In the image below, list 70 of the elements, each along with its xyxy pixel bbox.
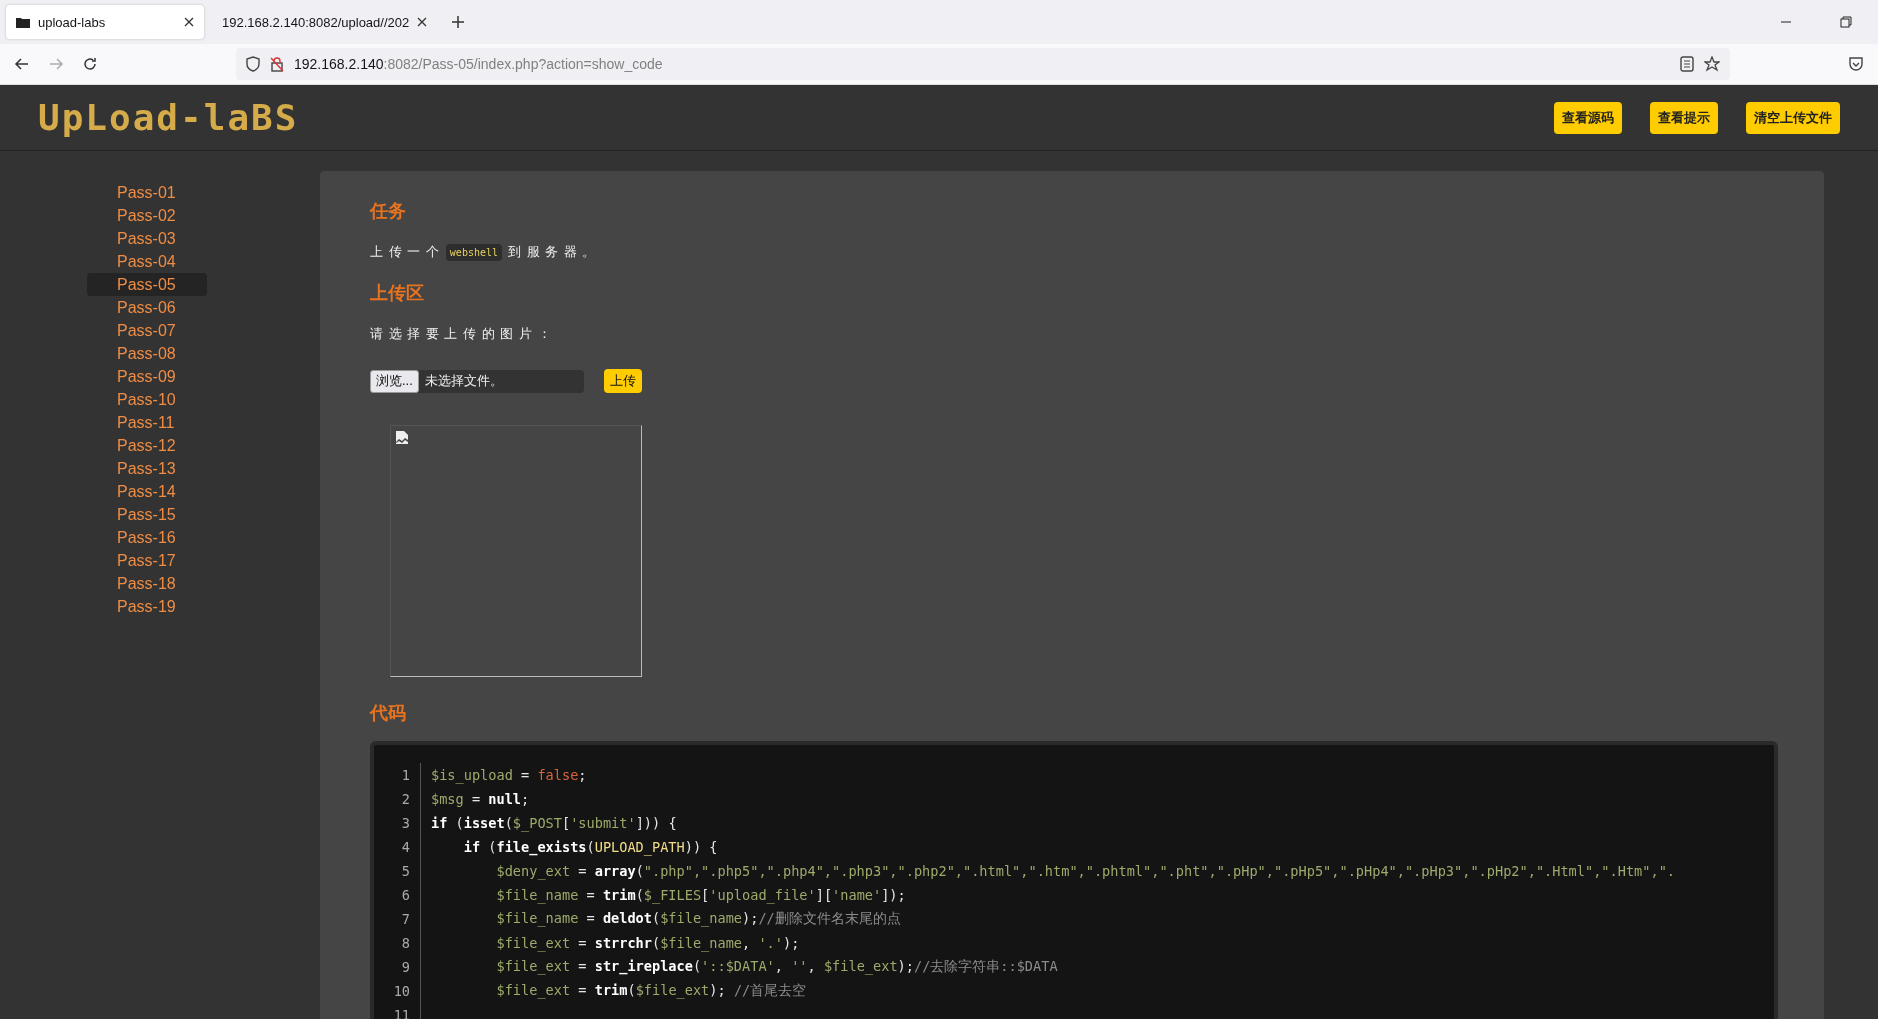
line-number: 2 bbox=[400, 791, 411, 807]
sidebar-item[interactable]: Pass-17 bbox=[87, 549, 207, 572]
folder-icon bbox=[16, 16, 30, 28]
sidebar-item[interactable]: Pass-14 bbox=[87, 480, 207, 503]
code-line: $file_ext = trim($file_ext); //首尾去空 bbox=[495, 982, 807, 1000]
line-number: 3 bbox=[400, 815, 411, 831]
plus-icon[interactable] bbox=[451, 15, 466, 29]
line-number: 6 bbox=[400, 887, 411, 903]
task-text: 到 服 务 器 。 bbox=[508, 243, 597, 261]
line-number: 9 bbox=[400, 959, 411, 975]
sidebar-item[interactable]: Pass-01 bbox=[87, 181, 207, 204]
browser-tab[interactable]: 192.168.2.140:8082/upload//202 bbox=[212, 5, 438, 39]
close-icon[interactable] bbox=[184, 17, 194, 27]
code-line: if (file_exists(UPLOAD_PATH)) { bbox=[462, 839, 718, 855]
sidebar-item[interactable]: Pass-15 bbox=[87, 503, 207, 526]
broken-image-icon bbox=[396, 431, 408, 445]
sidebar-item[interactable]: Pass-10 bbox=[87, 388, 207, 411]
inline-code: webshell bbox=[445, 243, 502, 261]
line-number: 5 bbox=[400, 863, 411, 879]
line-number: 10 bbox=[392, 983, 411, 999]
line-number: 7 bbox=[400, 911, 411, 927]
upload-prompt: 请 选 择 要 上 传 的 图 片 ： bbox=[370, 325, 552, 343]
sidebar-item[interactable]: Pass-19 bbox=[87, 595, 207, 618]
sidebar-item[interactable]: Pass-05 bbox=[87, 273, 207, 296]
restore-icon[interactable] bbox=[1838, 14, 1854, 30]
sidebar-item[interactable]: Pass-12 bbox=[87, 434, 207, 457]
section-heading: 任务 bbox=[370, 200, 407, 223]
header-button[interactable]: 查看源码 bbox=[1554, 101, 1622, 134]
sidebar-item[interactable]: Pass-09 bbox=[87, 365, 207, 388]
insecure-lock-icon[interactable] bbox=[270, 56, 284, 72]
header-button[interactable]: 清空上传文件 bbox=[1746, 101, 1840, 134]
code-line: $file_name = deldot($file_name);//删除文件名末尾的点 bbox=[495, 910, 901, 928]
sidebar-item[interactable]: Pass-02 bbox=[87, 204, 207, 227]
reader-view-icon[interactable] bbox=[1680, 56, 1694, 72]
sidebar-item[interactable]: Pass-16 bbox=[87, 526, 207, 549]
code-line: $file_ext = str_ireplace('::$DATA', '', $file_ext);//去除字符串::$DATA bbox=[495, 958, 1058, 976]
back-icon[interactable] bbox=[14, 56, 30, 72]
shield-icon[interactable] bbox=[246, 56, 260, 72]
section-heading: 上传区 bbox=[370, 282, 425, 305]
section-heading: 代码 bbox=[370, 702, 407, 725]
code-line: $deny_ext = array(".php",".php5",".php4",".php3",".php2",".html",".htm",".phtml",".pht",".pHp",".pHp5",".pHp4",".pHp3",".pHp2",".Html",".Htm",". bbox=[495, 863, 1675, 879]
sidebar-item[interactable]: Pass-11 bbox=[87, 411, 207, 434]
code-line: if (isset($_POST['submit'])) { bbox=[431, 815, 677, 831]
header-button[interactable]: 查看提示 bbox=[1650, 101, 1718, 134]
sidebar-item[interactable]: Pass-07 bbox=[87, 319, 207, 342]
sidebar-item[interactable]: Pass-04 bbox=[87, 250, 207, 273]
address-bar[interactable]: 192.168.2.140:8082/Pass-05/index.php?action=show_code bbox=[236, 48, 1730, 80]
line-number: 8 bbox=[400, 935, 411, 951]
url-text: 192.168.2.140:8082/Pass-05/index.php?action=show_code bbox=[294, 56, 664, 72]
site-logo[interactable]: UpLoad-laBS bbox=[38, 97, 299, 138]
code-line: $msg = null; bbox=[431, 791, 530, 807]
code-line: $file_name = trim($_FILES['upload_file']['name']); bbox=[495, 887, 906, 903]
star-icon[interactable] bbox=[1704, 56, 1720, 72]
sidebar-item[interactable]: Pass-18 bbox=[87, 572, 207, 595]
task-text: 上 传 一 个 bbox=[370, 243, 440, 261]
code-line: $is_upload = false; bbox=[431, 767, 587, 783]
upload-button[interactable]: 上传 bbox=[604, 369, 642, 393]
sidebar-item[interactable]: Pass-06 bbox=[87, 296, 207, 319]
code-line: $file_ext = strrchr($file_name, '.'); bbox=[495, 935, 800, 951]
sidebar-item[interactable]: Pass-08 bbox=[87, 342, 207, 365]
sidebar-item[interactable]: Pass-13 bbox=[87, 457, 207, 480]
reload-icon[interactable] bbox=[82, 56, 98, 72]
pocket-icon[interactable] bbox=[1848, 56, 1864, 72]
browser-tab[interactable]: upload-labs bbox=[6, 5, 204, 39]
file-input[interactable]: 浏览... 未选择文件。 bbox=[370, 369, 584, 393]
sidebar-item[interactable]: Pass-03 bbox=[87, 227, 207, 250]
close-icon[interactable] bbox=[417, 17, 428, 27]
line-number: 1 bbox=[400, 767, 411, 783]
line-number: 4 bbox=[400, 839, 411, 855]
browse-button[interactable]: 浏览... bbox=[370, 369, 419, 393]
